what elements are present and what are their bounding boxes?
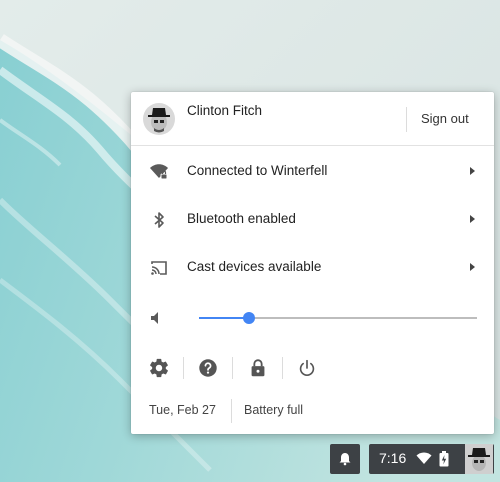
footer-row: Tue, Feb 27 Battery full [131,392,494,434]
chevron-right-icon [470,215,475,223]
user-name: Clinton Fitch [187,103,263,118]
cast-label: Cast devices available [187,259,322,274]
divider [232,357,233,379]
network-row[interactable]: Connected to Winterfell [131,148,494,196]
battery-icon [439,451,449,467]
divider [183,357,184,379]
avatar [465,444,493,474]
cast-row[interactable]: Cast devices available [131,244,494,292]
quick-buttons-row [131,344,494,392]
power-icon[interactable] [296,357,318,379]
chevron-right-icon [470,167,475,175]
volume-icon[interactable] [147,308,167,328]
volume-slider[interactable] [199,312,477,324]
system-tray-bubble: Clinton Fitch Sign out Connected to Wint… [131,92,494,434]
user-row: Clinton Fitch Sign out [131,92,494,146]
bluetooth-label: Bluetooth enabled [187,211,296,226]
divider [406,107,407,132]
date-button[interactable]: Tue, Feb 27 [149,403,216,417]
help-icon[interactable] [197,357,219,379]
battery-status: Battery full [244,403,304,417]
user-avatar [143,103,175,135]
slider-fill [199,317,250,319]
bluetooth-row[interactable]: Bluetooth enabled [131,196,494,244]
wifi-locked-icon [150,164,168,180]
sign-out-button[interactable]: Sign out [421,111,469,126]
divider [282,357,283,379]
lock-icon[interactable] [247,357,269,379]
settings-icon[interactable] [148,357,170,379]
bell-icon [339,453,351,466]
volume-row [131,292,494,344]
clock: 7:16 [379,450,407,466]
cast-icon [151,261,167,275]
chevron-right-icon [470,263,475,271]
status-area[interactable]: 7:16 [369,444,494,474]
notification-button[interactable] [330,444,360,474]
bluetooth-icon [154,212,164,228]
divider [231,399,232,423]
slider-thumb[interactable] [243,312,256,324]
wifi-icon [416,452,432,464]
network-label: Connected to Winterfell [187,163,328,178]
